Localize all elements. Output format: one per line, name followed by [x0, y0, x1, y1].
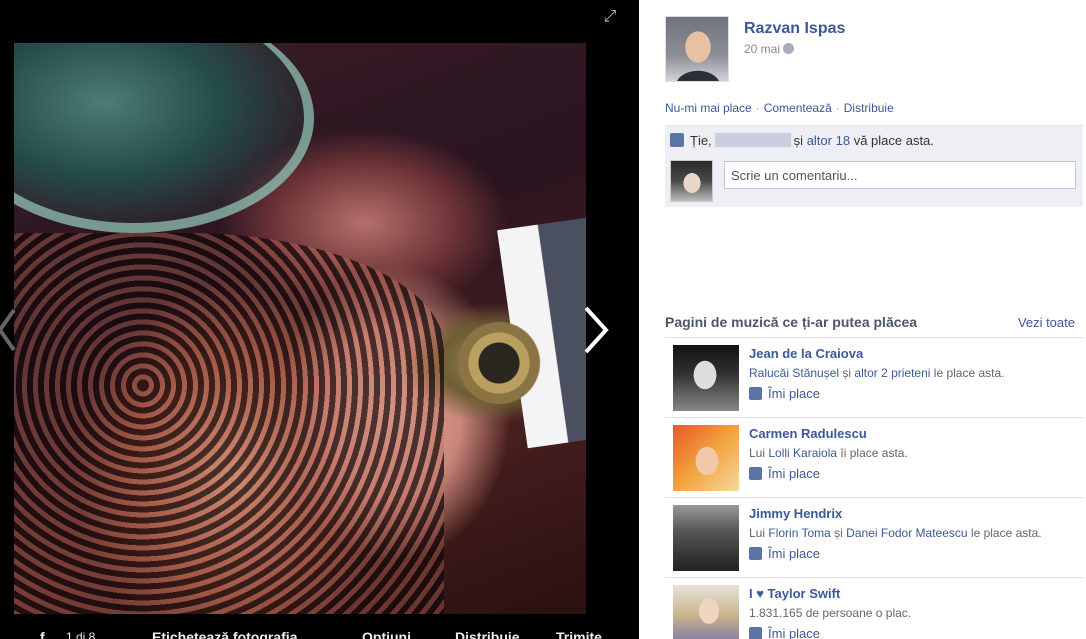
author-name[interactable]: Razvan Ispas	[744, 20, 845, 38]
list-item: Jean de la Craiova Ralucăi Stănușel și a…	[665, 337, 1083, 417]
post-date: 20 mai	[744, 42, 795, 56]
social-text: le place asta.	[930, 366, 1005, 380]
like-summary: Ție, și altor 18 vă place asta.	[670, 133, 934, 148]
like-page-button[interactable]: Îmi place	[749, 626, 820, 639]
sidebar: Razvan Ispas 20 mai Nu-mi mai place · Come…	[639, 0, 1086, 639]
page-thumbnail[interactable]	[673, 505, 739, 571]
photo-watch-shape	[454, 313, 544, 413]
list-item: Carmen Radulescu Lui Lolli Karaiola îi p…	[665, 417, 1083, 497]
social-text: le place asta.	[967, 526, 1042, 540]
blurred-name	[714, 133, 791, 147]
like-page-button[interactable]: Îmi place	[749, 466, 820, 481]
unlike-link[interactable]: Nu-mi mai place	[665, 101, 752, 115]
photo-lace-shape	[14, 233, 444, 614]
thumbs-up-icon	[749, 547, 762, 560]
page-name[interactable]: Jimmy Hendrix	[749, 506, 842, 521]
author-avatar[interactable]	[665, 16, 729, 82]
social-text: Lui	[749, 526, 769, 540]
social-text: 1.831.165 de persoane o plac.	[749, 606, 912, 620]
like-page-label: Îmi place	[768, 626, 821, 639]
send-photo-link[interactable]: Trimite	[556, 629, 602, 639]
social-context: Lui Lolli Karaiola îi place asta.	[749, 446, 908, 460]
commenter-avatar	[670, 160, 713, 202]
like-page-label: Îmi place	[768, 546, 821, 561]
page-name[interactable]: Carmen Radulescu	[749, 426, 867, 441]
feedback-box: Ție, și altor 18 vă place asta.	[665, 125, 1083, 207]
like-page-label: Îmi place	[768, 466, 821, 481]
page-thumbnail[interactable]	[673, 345, 739, 411]
separator-dot: ·	[755, 101, 760, 115]
recommendations-header: Pagini de muzică ce ți-ar putea plăcea V…	[665, 314, 1083, 330]
list-item: Jimmy Hendrix Lui Florin Toma și Danei F…	[665, 497, 1083, 577]
like-page-label: Îmi place	[768, 386, 821, 401]
other-likers-link[interactable]: altor 18	[807, 133, 850, 148]
recommendations-list: Jean de la Craiova Ralucăi Stănușel și a…	[665, 337, 1083, 639]
page-name[interactable]: I ♥ Taylor Swift	[749, 586, 840, 601]
social-text: Lui	[749, 446, 769, 460]
thumbs-up-icon	[749, 387, 762, 400]
friend-link[interactable]: Ralucăi Stănușel	[749, 366, 839, 380]
page-thumbnail[interactable]	[673, 425, 739, 491]
recommendations-title: Pagini de muzică ce ți-ar putea plăcea	[665, 314, 918, 330]
comment-input[interactable]	[724, 161, 1076, 189]
post-date-text[interactable]: 20 mai	[744, 42, 780, 56]
friend-link[interactable]: Danei Fodor Mateescu	[846, 526, 967, 540]
like-page-button[interactable]: Îmi place	[749, 386, 820, 401]
see-all-link[interactable]: Vezi toate	[1018, 315, 1075, 330]
options-link[interactable]: Opțiuni	[362, 629, 411, 639]
tag-photo-link[interactable]: Etichetează fotografia	[152, 629, 297, 639]
next-arrow-icon[interactable]	[578, 300, 614, 360]
footer-brand: f	[40, 629, 45, 639]
page-name[interactable]: Jean de la Craiova	[749, 346, 863, 361]
like-suffix: vă place asta.	[853, 133, 934, 148]
friend-link[interactable]: Lolli Karaiola	[768, 446, 837, 460]
photo-glass-shape	[14, 43, 314, 233]
previous-arrow-icon[interactable]	[0, 300, 18, 360]
post-actions: Nu-mi mai place · Comentează · Distribuie	[665, 101, 894, 115]
fullscreen-icon[interactable]: ⤢	[600, 8, 620, 26]
thumbs-up-icon	[749, 627, 762, 639]
photo-counter: 1 di 8	[66, 630, 96, 639]
thumbs-up-icon	[670, 133, 684, 147]
comment-link[interactable]: Comentează	[764, 101, 832, 115]
globe-icon[interactable]	[783, 43, 795, 54]
social-text: îi place asta.	[837, 446, 908, 460]
thumbs-up-icon	[749, 467, 762, 480]
page-thumbnail[interactable]	[673, 585, 739, 639]
social-context: 1.831.165 de persoane o plac.	[749, 606, 911, 620]
list-item: I ♥ Taylor Swift 1.831.165 de persoane o…	[665, 577, 1083, 639]
social-text: și	[839, 366, 855, 380]
social-context: Ralucăi Stănușel și altor 2 prieteni le …	[749, 366, 1005, 380]
social-text: și	[830, 526, 847, 540]
friend-link[interactable]: altor 2 prieteni	[854, 366, 930, 380]
share-photo-link[interactable]: Distribuie	[455, 629, 520, 639]
friend-link[interactable]: Florin Toma	[768, 526, 830, 540]
like-page-button[interactable]: Îmi place	[749, 546, 820, 561]
separator-dot: ·	[835, 101, 840, 115]
share-link[interactable]: Distribuie	[844, 101, 894, 115]
photo-stage: ⤢ f 1 di 8 Etichetează fotografia Opțiun…	[0, 0, 639, 639]
social-context: Lui Florin Toma și Danei Fodor Mateescu …	[749, 526, 1042, 540]
photo-footer: f 1 di 8 Etichetează fotografia Opțiuni …	[0, 627, 639, 639]
photo[interactable]	[14, 43, 586, 614]
like-you: Ție,	[690, 133, 712, 148]
like-and: și	[793, 133, 804, 148]
